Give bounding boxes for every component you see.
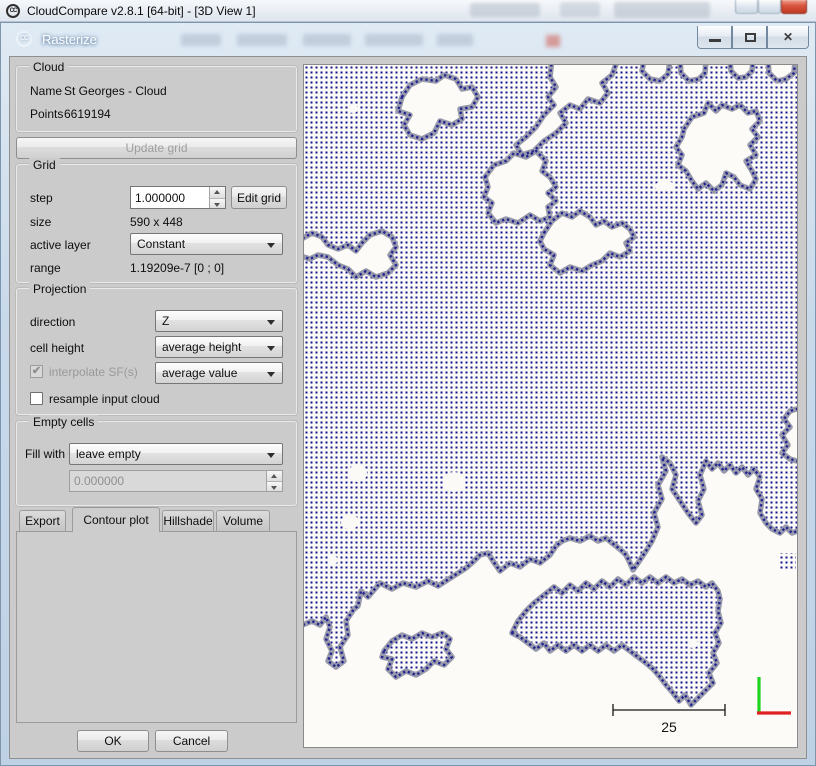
cloud-group: Cloud: [16, 66, 297, 132]
background-menu-ghost: [181, 34, 221, 46]
grid-size-value: 590 x 448: [130, 215, 183, 229]
fill-with-label: Fill with: [25, 447, 65, 461]
edit-grid-button[interactable]: Edit grid: [231, 186, 287, 209]
grid-size-label: size: [30, 215, 51, 229]
cell-height-label: cell height: [30, 341, 84, 355]
interpolate-sf-label: interpolate SF(s): [49, 365, 138, 379]
grid-step-label: step: [30, 191, 53, 205]
cloud-points-label: Points: [30, 107, 63, 121]
spin-up-icon: [214, 190, 220, 194]
tab-contour-plot[interactable]: Contour plot: [72, 507, 160, 532]
dialog-client-area: Cloud Name St Georges - Cloud Points 661…: [9, 56, 807, 759]
background-red-ghost: [546, 35, 560, 47]
scale-bar-value: 25: [661, 719, 677, 735]
active-layer-value: Constant: [137, 237, 185, 251]
dot-patch: [778, 553, 796, 569]
cloud-points-value: 6619194: [64, 107, 111, 121]
direction-combo[interactable]: Z: [155, 310, 283, 332]
fill-with-value: leave empty: [76, 447, 141, 461]
chevron-down-icon: [267, 453, 275, 462]
cloudcompare-logo-icon: CC: [16, 31, 32, 47]
background-window-ghost: [614, 2, 710, 18]
chevron-down-icon: [267, 243, 275, 252]
spin-down-icon: [271, 486, 277, 490]
background-menu-ghost: [303, 34, 351, 46]
cell-height-value: average height: [162, 340, 241, 354]
fill-value-input[interactable]: [70, 471, 265, 491]
grid-range-value: 1.19209e-7 [0 ; 0]: [130, 261, 224, 275]
tab-volume[interactable]: Volume: [216, 510, 270, 532]
dialog-titlebar[interactable]: CC Rasterize ✕: [1, 23, 815, 56]
spin-buttons: [266, 471, 282, 491]
dialog-close-button[interactable]: ✕: [767, 26, 809, 49]
interpolate-sf-value: average value: [162, 366, 237, 380]
main-window-title: CloudCompare v2.8.1 [64-bit] - [3D View …: [27, 4, 256, 18]
interpolate-sf-combo[interactable]: average value: [155, 362, 283, 384]
spin-down-button[interactable]: [210, 198, 225, 209]
ok-button[interactable]: OK: [77, 730, 149, 752]
update-grid-button[interactable]: Update grid: [16, 137, 297, 159]
grid-step-input[interactable]: [131, 187, 208, 208]
raster-3d-view[interactable]: 25: [303, 64, 798, 748]
spin-buttons: [209, 187, 225, 208]
grid-step-spinbox: [130, 186, 226, 209]
dialog-title: Rasterize: [42, 32, 97, 47]
chevron-down-icon: [267, 346, 275, 355]
cancel-button[interactable]: Cancel: [155, 730, 228, 752]
background-menu-ghost: [437, 34, 473, 46]
minimize-icon: [709, 39, 721, 42]
main-close-button[interactable]: [781, 0, 807, 14]
spin-down-icon: [214, 203, 220, 207]
resample-checkbox[interactable]: [30, 392, 43, 405]
rasterize-dialog: CC Rasterize ✕ Cloud Name St Georges - C…: [0, 22, 816, 766]
spin-up-icon: [271, 474, 277, 478]
main-maximize-button[interactable]: [758, 0, 781, 14]
fill-with-combo[interactable]: leave empty: [69, 443, 283, 465]
main-minimize-button[interactable]: [735, 0, 758, 14]
spin-up-button[interactable]: [210, 187, 225, 198]
dialog-minimize-button[interactable]: [697, 26, 732, 49]
background-menu-ghost: [237, 34, 287, 46]
grid-group-label: Grid: [29, 158, 60, 172]
spin-up-button[interactable]: [267, 471, 282, 481]
chevron-down-icon: [267, 372, 275, 381]
grid-range-label: range: [30, 261, 61, 275]
active-layer-combo[interactable]: Constant: [130, 233, 283, 255]
direction-value: Z: [162, 314, 169, 328]
resample-label: resample input cloud: [49, 392, 160, 406]
cloud-name-value: St Georges - Cloud: [64, 84, 167, 98]
cell-height-combo[interactable]: average height: [155, 336, 283, 358]
background-window-ghost: [470, 3, 540, 17]
interpolate-sf-checkbox[interactable]: ✔: [30, 365, 43, 378]
maximize-icon: [745, 33, 756, 42]
active-layer-label: active layer: [30, 238, 91, 252]
dialog-maximize-button[interactable]: [732, 26, 767, 49]
spin-down-button[interactable]: [267, 481, 282, 491]
cloud-group-label: Cloud: [29, 60, 68, 74]
empty-cells-group-label: Empty cells: [29, 415, 98, 429]
close-icon: ✕: [768, 30, 808, 44]
dialog-window-buttons: ✕: [697, 26, 809, 49]
direction-label: direction: [30, 315, 75, 329]
tab-hillshade[interactable]: Hillshade: [162, 510, 214, 532]
cloud-name-label: Name: [30, 84, 62, 98]
cloudcompare-logo-icon: CC: [6, 4, 20, 18]
tab-export[interactable]: Export: [19, 510, 66, 532]
fill-value-spinbox: [69, 470, 283, 492]
contour-plot-pane: [16, 531, 297, 723]
projection-group-label: Projection: [29, 282, 90, 296]
chevron-down-icon: [267, 320, 275, 329]
background-window-ghost: [560, 2, 600, 17]
background-menu-ghost: [365, 34, 423, 46]
main-window-titlebar: CC CloudCompare v2.8.1 [64-bit] - [3D Vi…: [0, 0, 816, 22]
